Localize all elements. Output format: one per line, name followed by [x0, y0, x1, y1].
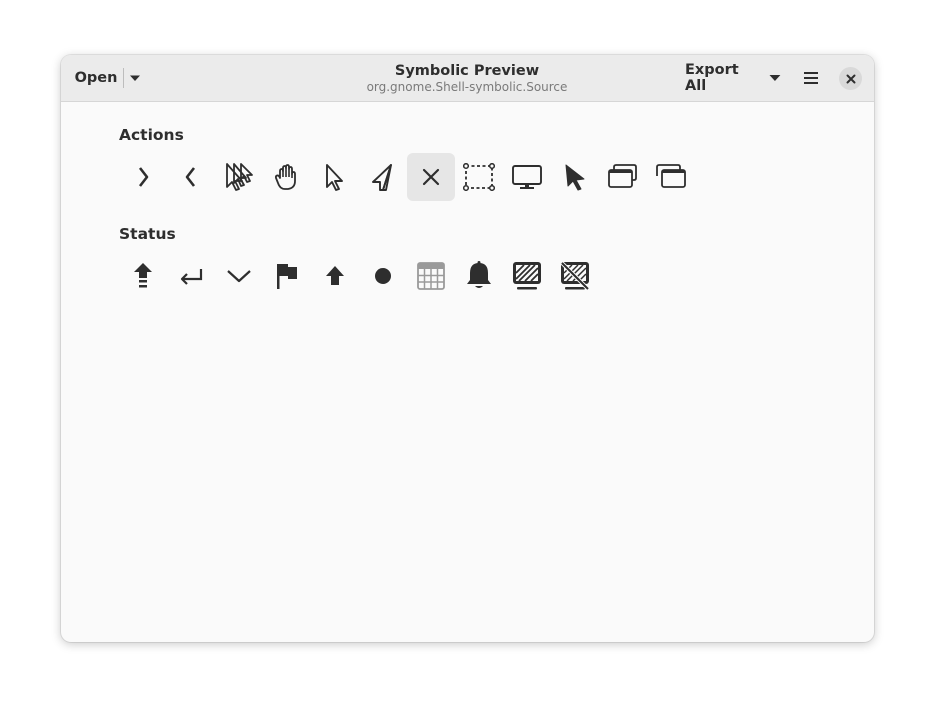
go-previous-icon — [185, 167, 196, 187]
icon-cell[interactable] — [119, 153, 167, 201]
calendar-grid-icon — [417, 262, 445, 290]
window-subtitle: org.gnome.Shell-symbolic.Source — [366, 80, 568, 94]
headerbar: Open Symbolic Preview org.gnome.Shell-sy… — [61, 55, 874, 102]
icon-cell[interactable] — [167, 252, 215, 300]
icon-cell[interactable] — [311, 153, 359, 201]
icon-cell[interactable] — [551, 153, 599, 201]
icon-cell[interactable] — [455, 153, 503, 201]
window-restore-icon — [608, 164, 637, 188]
arrow-up-icon — [326, 266, 344, 285]
icon-cell[interactable] — [263, 153, 311, 201]
icon-preview-area: Actions Status — [61, 102, 874, 642]
icon-cell[interactable] — [503, 252, 551, 300]
pointer-outline-icon — [326, 164, 343, 191]
main-menu-button[interactable] — [796, 64, 826, 92]
arrow-up-bar-icon — [134, 263, 152, 288]
pointer-select-icon — [226, 163, 253, 191]
icon-cell[interactable] — [167, 153, 215, 201]
pan-down-icon — [769, 75, 781, 81]
pan-down-icon — [130, 75, 140, 81]
close-x-icon — [422, 168, 440, 186]
icon-cell[interactable] — [263, 252, 311, 300]
export-all-label: Export All — [685, 62, 739, 94]
pointer-drag-icon — [372, 164, 392, 191]
icon-cell[interactable] — [311, 252, 359, 300]
hamburger-menu-icon — [804, 72, 818, 84]
window-title: Symbolic Preview — [394, 63, 540, 79]
icon-cell-selected[interactable] — [407, 153, 455, 201]
icon-cell[interactable] — [647, 153, 695, 201]
icon-row-status — [119, 252, 599, 300]
pointer-filled-icon — [565, 164, 585, 191]
section-title-actions: Actions — [119, 126, 184, 144]
go-next-icon — [138, 167, 149, 187]
icon-cell[interactable] — [455, 252, 503, 300]
open-button[interactable]: Open — [68, 64, 124, 92]
icon-cell[interactable] — [359, 252, 407, 300]
open-menu-button[interactable] — [124, 64, 146, 92]
icon-cell[interactable] — [215, 153, 263, 201]
open-button-label: Open — [74, 70, 118, 86]
close-window-button[interactable] — [839, 67, 862, 90]
display-disabled-icon — [560, 261, 590, 291]
icon-cell[interactable] — [503, 153, 551, 201]
screen-icon — [512, 165, 542, 189]
icon-cell[interactable] — [359, 153, 407, 201]
display-brightness-icon — [513, 262, 541, 290]
flag-icon — [277, 264, 297, 289]
chevron-down-icon — [227, 270, 251, 283]
icon-cell[interactable] — [599, 153, 647, 201]
export-all-button[interactable]: Export All — [685, 62, 781, 94]
dot-icon — [375, 268, 391, 284]
close-icon — [846, 74, 855, 83]
section-title-status: Status — [119, 225, 176, 243]
window-title-block: Symbolic Preview org.gnome.Shell-symboli… — [267, 62, 667, 95]
icon-cell[interactable] — [119, 252, 167, 300]
icon-cell[interactable] — [215, 252, 263, 300]
bell-icon — [467, 261, 491, 288]
icon-cell[interactable] — [551, 252, 599, 300]
app-window: Open Symbolic Preview org.gnome.Shell-sy… — [61, 55, 874, 642]
enter-return-icon — [180, 269, 203, 285]
icon-cell[interactable] — [407, 252, 455, 300]
icon-row-actions — [119, 153, 695, 201]
window-stack-icon — [656, 164, 686, 188]
selection-rectangle-icon — [463, 163, 495, 191]
hand-grab-icon — [274, 164, 296, 190]
